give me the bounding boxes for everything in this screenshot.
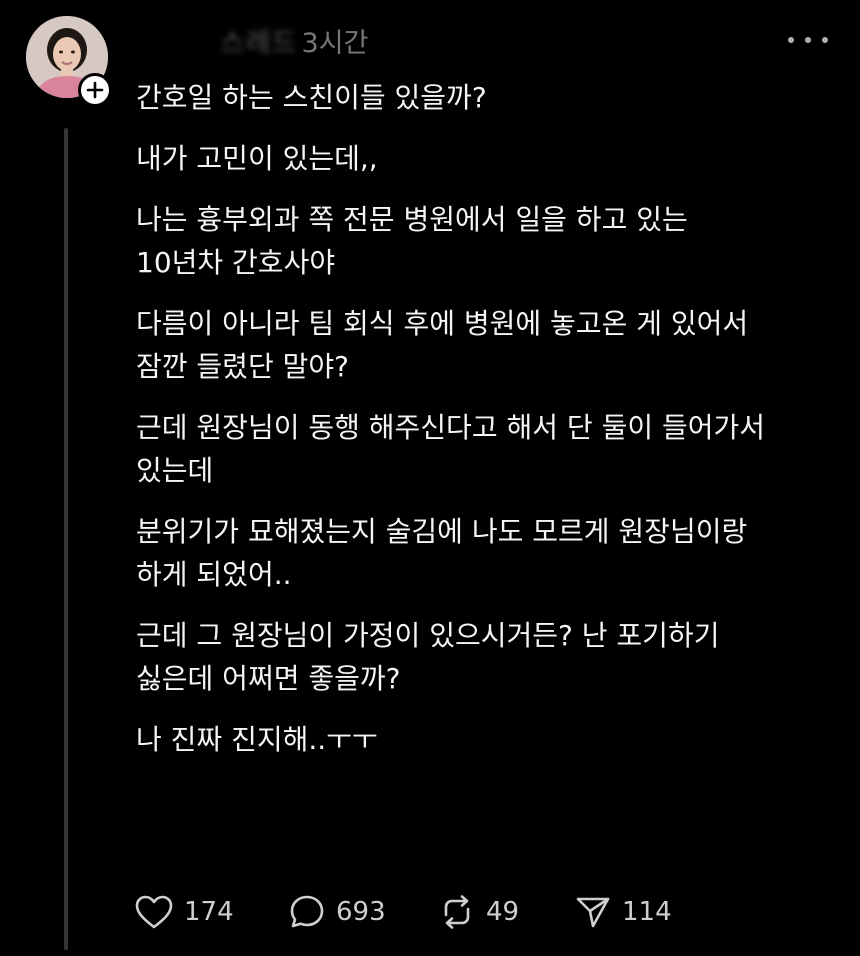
plus-icon: [86, 81, 104, 99]
post-paragraph: 근데 원장님이 동행 해주신다고 해서 단 둘이 들어가서 있는데: [136, 411, 766, 487]
repost-count: 49: [486, 897, 520, 927]
follow-button[interactable]: [78, 73, 112, 107]
post-paragraph: 간호일 하는 스친이들 있을까?: [136, 81, 487, 114]
heart-icon: [135, 895, 173, 929]
like-count: 174: [184, 897, 234, 927]
post-body: 간호일 하는 스친이들 있을까? 내가 고민이 있는데,, 나는 흉부외과 쪽 …: [136, 76, 836, 779]
action-bar: 174 693 49 114: [134, 890, 694, 934]
share-count: 114: [622, 897, 672, 927]
username[interactable]: 스레드: [220, 21, 298, 60]
more-dots-icon: [805, 37, 811, 43]
post-paragraph: 근데 그 원장님이 가정이 있으시거든? 난 포기하기 싫은데 어쩌면 좋을까?: [136, 619, 720, 695]
thread-post: 스레드 3시간 간호일 하는 스친이들 있을까? 내가 고민이 있는데,, 나는…: [0, 0, 860, 956]
post-paragraph: 내가 고민이 있는데,,: [136, 142, 378, 175]
timestamp: 3시간: [301, 27, 369, 59]
thread-line: [64, 128, 68, 950]
comment-count: 693: [336, 897, 386, 927]
post-header: 스레드 3시간: [220, 20, 368, 60]
send-icon: [576, 897, 610, 928]
post-paragraph: 다름이 아니라 팀 회식 후에 병원에 놓고온 게 있어서 잠깐 들렸단 말야?: [136, 307, 749, 383]
share-button[interactable]: 114: [574, 890, 672, 934]
more-options-button[interactable]: [788, 26, 828, 54]
repost-button[interactable]: 49: [438, 890, 519, 934]
post-paragraph: 나는 흉부외과 쪽 전문 병원에서 일을 하고 있는 10년차 간호사야: [136, 203, 688, 279]
post-paragraph: 나 진짜 진지해..ㅜㅜ: [136, 723, 378, 756]
repost-icon: [444, 895, 470, 929]
more-dots-icon: [788, 37, 794, 43]
comment-button[interactable]: 693: [288, 890, 386, 934]
comment-bubble-icon: [290, 895, 324, 928]
more-dots-icon: [822, 37, 828, 43]
like-button[interactable]: 174: [134, 890, 234, 934]
post-paragraph: 분위기가 묘해졌는지 술김에 나도 모르게 원장님이랑 하게 되었어..: [136, 515, 748, 591]
